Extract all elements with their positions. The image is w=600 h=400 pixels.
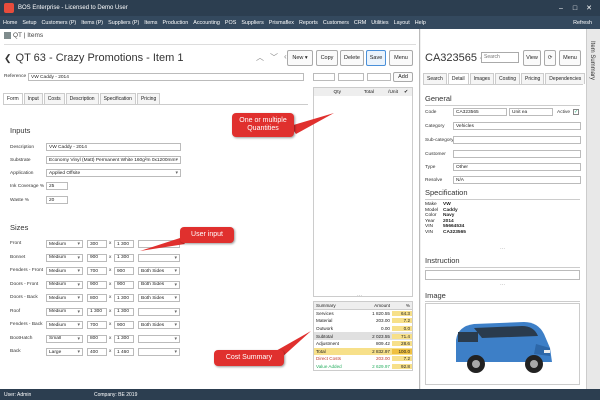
image-divider (425, 301, 580, 302)
specification-heading: Specification (425, 188, 468, 197)
spec-divider (425, 199, 580, 200)
type-select[interactable]: Other (453, 163, 581, 171)
item-tab-search[interactable]: Search (423, 73, 447, 84)
item-menu-button[interactable]: Menu (559, 50, 581, 66)
code-input[interactable]: CA323565 (453, 108, 507, 116)
specification-list: Make VW Model Caddy Color Navy Year 2014 VIN 5566… (425, 202, 466, 236)
item-tab-detail[interactable]: Detail (447, 73, 469, 84)
van-image (426, 304, 579, 384)
general-divider (425, 105, 580, 106)
instruction-heading: Instruction (425, 256, 460, 265)
item-tab-costing[interactable]: Costing (495, 73, 520, 84)
customer-input[interactable] (453, 150, 581, 158)
item-tab-divider (423, 84, 583, 85)
spec-splitter[interactable]: ··· (500, 246, 505, 252)
category-label: Category (425, 124, 445, 129)
type-label: Type (425, 165, 436, 170)
active-label: Active (557, 110, 571, 115)
item-search-input[interactable]: Search (481, 52, 519, 63)
view-button[interactable]: View (523, 50, 541, 66)
arrow-user-input (140, 238, 185, 251)
general-heading: General (425, 94, 452, 103)
refresh-icon[interactable]: ⟳ (544, 50, 556, 66)
status-user: User: Admin (4, 391, 32, 398)
unit-input[interactable]: Unit ea (509, 108, 553, 116)
item-tab-pricing[interactable]: Pricing (521, 73, 545, 84)
subcategory-input[interactable] (453, 136, 581, 144)
active-checkbox[interactable]: ✓ (573, 109, 579, 115)
subcategory-label: Sub-category (425, 138, 454, 143)
callout-cost-summary: Cost Summary (214, 350, 284, 366)
instruction-divider (425, 267, 580, 268)
item-tab-dependencies[interactable]: Dependencies (545, 73, 586, 84)
item-tab-images[interactable]: Images (469, 73, 495, 84)
resolve-label: Resolve (425, 178, 443, 183)
callout-quantities: One or multiple Quantities (232, 113, 294, 137)
item-tabs: Search Detail Images Costing Pricing Dependen… (423, 73, 599, 84)
spec-row: VIN CA323565 (425, 230, 466, 236)
arrow-quantities (290, 113, 334, 134)
item-image (425, 303, 580, 385)
category-input[interactable]: Vehicles (453, 122, 581, 130)
resolve-select[interactable]: N/A (453, 176, 581, 184)
item-summary-side-tab[interactable]: Item Summary (586, 29, 600, 389)
instruction-input[interactable] (425, 270, 580, 280)
code-label: Code (425, 110, 437, 115)
side-tab-label: Item Summary (589, 41, 595, 81)
status-company: Company: BE 2019 (94, 391, 138, 398)
image-heading: Image (425, 291, 446, 300)
status-bar: User: Admin Company: BE 2019 (0, 389, 600, 400)
customer-label: Customer (425, 152, 446, 157)
spec-value: CA323565 (443, 229, 466, 235)
instruction-splitter[interactable]: ··· (500, 282, 505, 288)
callout-user-input: User input (180, 227, 234, 243)
spec-key: VIN (425, 229, 433, 235)
